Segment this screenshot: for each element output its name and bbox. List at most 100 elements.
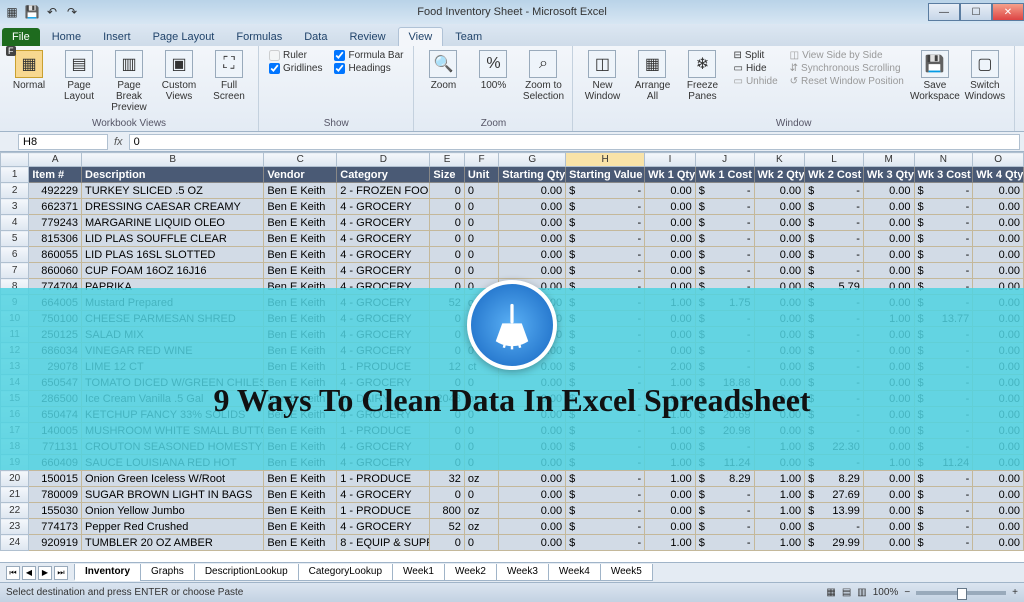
- cell[interactable]: 0.00: [645, 183, 696, 199]
- sheet-nav-next-icon[interactable]: ▶: [38, 566, 52, 580]
- column-header-N[interactable]: N: [914, 153, 973, 167]
- cell[interactable]: 0: [464, 215, 498, 231]
- cell[interactable]: 13.99: [805, 503, 864, 519]
- cell[interactable]: 0: [430, 231, 464, 247]
- row-header[interactable]: 7: [1, 263, 29, 279]
- tab-team[interactable]: Team: [445, 28, 492, 46]
- cell[interactable]: 0.00: [754, 263, 805, 279]
- cell[interactable]: 0: [464, 231, 498, 247]
- cell[interactable]: Pepper Red Crushed: [82, 519, 264, 535]
- tab-view[interactable]: View: [398, 27, 444, 46]
- cell[interactable]: 0.00: [863, 199, 914, 215]
- cell[interactable]: 774173: [29, 519, 82, 535]
- table-header-cell[interactable]: Category: [337, 167, 430, 183]
- cell[interactable]: -: [566, 471, 645, 487]
- cell[interactable]: -: [805, 247, 864, 263]
- split-button[interactable]: ⊟ Split: [733, 50, 777, 61]
- cell[interactable]: 1 - PRODUCE: [337, 503, 430, 519]
- sheet-nav-last-icon[interactable]: ⏭: [54, 566, 68, 580]
- cell[interactable]: 2 - FROZEN FOOD: [337, 183, 430, 199]
- cell[interactable]: Onion Green Iceless W/Root: [82, 471, 264, 487]
- cell[interactable]: -: [566, 487, 645, 503]
- cell[interactable]: 0: [464, 247, 498, 263]
- column-header-J[interactable]: J: [695, 153, 754, 167]
- close-button[interactable]: ✕: [992, 3, 1024, 21]
- cell[interactable]: TUMBLER 20 OZ AMBER: [82, 535, 264, 551]
- switch-windows-button[interactable]: ▢Switch Windows: [962, 48, 1008, 104]
- cell[interactable]: 4 - GROCERY: [337, 519, 430, 535]
- hide-button[interactable]: ▭ Hide: [733, 63, 777, 74]
- cell[interactable]: -: [695, 487, 754, 503]
- sheet-tab-categorylookup[interactable]: CategoryLookup: [298, 564, 393, 581]
- cell[interactable]: -: [805, 199, 864, 215]
- cell[interactable]: CUP FOAM 16OZ 16J16: [82, 263, 264, 279]
- new-window-button[interactable]: ◫New Window: [579, 48, 625, 104]
- sheet-nav-prev-icon[interactable]: ◀: [22, 566, 36, 580]
- cell[interactable]: Ben E Keith: [264, 503, 337, 519]
- column-header-H[interactable]: H: [566, 153, 645, 167]
- zoom-level[interactable]: 100%: [873, 587, 899, 598]
- freeze-panes-button[interactable]: ❄Freeze Panes: [679, 48, 725, 104]
- tab-home[interactable]: Home: [42, 28, 91, 46]
- cell[interactable]: -: [805, 231, 864, 247]
- cell[interactable]: 1.00: [754, 503, 805, 519]
- cell[interactable]: Ben E Keith: [264, 487, 337, 503]
- table-header-cell[interactable]: Wk 4 Qty: [973, 167, 1024, 183]
- formula-bar[interactable]: 0: [129, 134, 1020, 150]
- cell[interactable]: 4 - GROCERY: [337, 199, 430, 215]
- cell[interactable]: 0.00: [645, 487, 696, 503]
- cell[interactable]: -: [914, 487, 973, 503]
- cell[interactable]: 0.00: [645, 519, 696, 535]
- cell[interactable]: Ben E Keith: [264, 215, 337, 231]
- column-header-G[interactable]: G: [499, 153, 566, 167]
- cell[interactable]: -: [914, 519, 973, 535]
- column-header-A[interactable]: A: [29, 153, 82, 167]
- page-layout-button[interactable]: ▤Page Layout: [56, 48, 102, 104]
- column-header-D[interactable]: D: [337, 153, 430, 167]
- select-all-corner[interactable]: [1, 153, 29, 167]
- redo-icon[interactable]: ↷: [64, 4, 80, 20]
- cell[interactable]: 0: [430, 199, 464, 215]
- cell[interactable]: 0: [464, 487, 498, 503]
- table-header-cell[interactable]: Starting Qty: [499, 167, 566, 183]
- cell[interactable]: 0.00: [499, 199, 566, 215]
- sheet-tab-week1[interactable]: Week1: [392, 564, 445, 581]
- cell[interactable]: -: [695, 183, 754, 199]
- cell[interactable]: 0.00: [499, 263, 566, 279]
- cell[interactable]: 0.00: [499, 183, 566, 199]
- table-header-cell[interactable]: Unit: [464, 167, 498, 183]
- cell[interactable]: 0.00: [973, 535, 1024, 551]
- cell[interactable]: 0: [430, 215, 464, 231]
- cell[interactable]: Ben E Keith: [264, 247, 337, 263]
- cell[interactable]: 0.00: [863, 215, 914, 231]
- column-header-C[interactable]: C: [264, 153, 337, 167]
- cell[interactable]: -: [695, 503, 754, 519]
- row-header[interactable]: 22: [1, 503, 29, 519]
- cell[interactable]: oz: [464, 471, 498, 487]
- cell[interactable]: 0.00: [863, 231, 914, 247]
- cell[interactable]: 815306: [29, 231, 82, 247]
- row-header[interactable]: 3: [1, 199, 29, 215]
- cell[interactable]: 920919: [29, 535, 82, 551]
- sheet-nav-first-icon[interactable]: ⏮: [6, 566, 20, 580]
- cell[interactable]: 4 - GROCERY: [337, 263, 430, 279]
- minimize-button[interactable]: —: [928, 3, 960, 21]
- cell[interactable]: -: [695, 215, 754, 231]
- table-header-cell[interactable]: Description: [82, 167, 264, 183]
- cell[interactable]: SUGAR BROWN LIGHT IN BAGS: [82, 487, 264, 503]
- cell[interactable]: 0.00: [499, 503, 566, 519]
- view-break-icon[interactable]: ▥: [857, 587, 866, 598]
- cell[interactable]: 0.00: [645, 247, 696, 263]
- cell[interactable]: 0.00: [645, 503, 696, 519]
- view-normal-icon[interactable]: ▦: [826, 587, 835, 598]
- reset-window-position-button[interactable]: ↺ Reset Window Position: [790, 76, 904, 87]
- column-header-E[interactable]: E: [430, 153, 464, 167]
- tab-formulas[interactable]: Formulas: [226, 28, 292, 46]
- cell[interactable]: 0.00: [754, 231, 805, 247]
- cell[interactable]: -: [914, 231, 973, 247]
- cell[interactable]: 0: [430, 183, 464, 199]
- cell[interactable]: -: [566, 263, 645, 279]
- cell[interactable]: 0.00: [973, 487, 1024, 503]
- gridlines-checkbox[interactable]: Gridlines: [269, 63, 322, 74]
- fx-icon[interactable]: fx: [114, 136, 123, 148]
